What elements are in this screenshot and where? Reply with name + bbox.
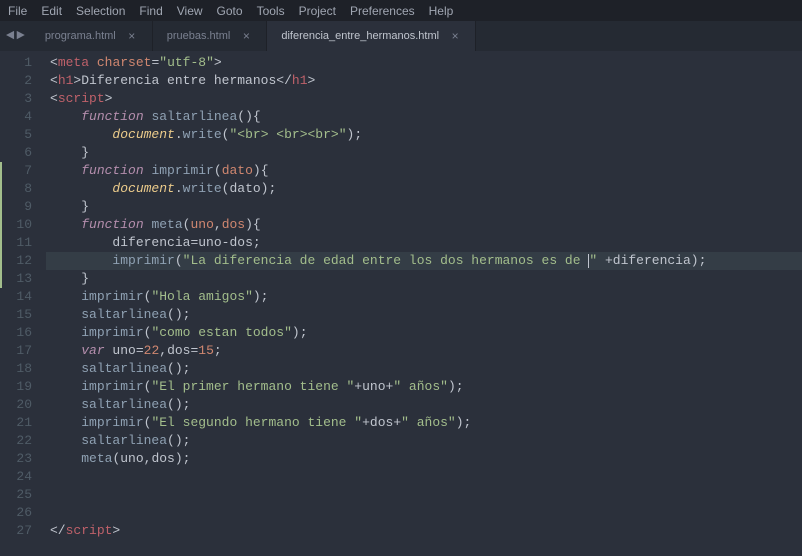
code-line[interactable]: diferencia=uno-dos;	[46, 234, 802, 252]
line-number: 13	[0, 270, 46, 288]
menu-project[interactable]: Project	[299, 4, 336, 18]
line-number: 8	[0, 180, 46, 198]
code-line[interactable]: <h1>Diferencia entre hermanos</h1>	[46, 72, 802, 90]
code-line[interactable]: document.write("<br> <br><br>");	[46, 126, 802, 144]
code-line[interactable]: meta(uno,dos);	[46, 450, 802, 468]
tab-diferencia[interactable]: diferencia_entre_hermanos.html ×	[267, 21, 476, 51]
tab-label: programa.html	[45, 30, 116, 42]
code-line[interactable]: }	[46, 270, 802, 288]
code-line[interactable]: }	[46, 198, 802, 216]
code-line[interactable]: imprimir("Hola amigos");	[46, 288, 802, 306]
line-number: 9	[0, 198, 46, 216]
line-number: 5	[0, 126, 46, 144]
line-number: 19	[0, 378, 46, 396]
code-line[interactable]: <script>	[46, 90, 802, 108]
code-line[interactable]: </script>	[46, 522, 802, 540]
code-line[interactable]: saltarlinea();	[46, 396, 802, 414]
code-line[interactable]	[46, 486, 802, 504]
close-icon[interactable]: ×	[449, 29, 461, 43]
code-line[interactable]: document.write(dato);	[46, 180, 802, 198]
tab-bar: ◄ ► programa.html × pruebas.html × difer…	[0, 21, 802, 51]
code-line[interactable]: saltarlinea();	[46, 306, 802, 324]
line-number: 26	[0, 504, 46, 522]
code-line[interactable]: imprimir("como estan todos");	[46, 324, 802, 342]
line-number: 16	[0, 324, 46, 342]
line-number: 20	[0, 396, 46, 414]
line-number: 25	[0, 486, 46, 504]
tab-label: pruebas.html	[167, 30, 231, 42]
tab-nav-arrows: ◄ ►	[0, 28, 31, 44]
menu-tools[interactable]: Tools	[257, 4, 285, 18]
line-number: 11	[0, 234, 46, 252]
line-number: 27	[0, 522, 46, 540]
line-number: 24	[0, 468, 46, 486]
menu-edit[interactable]: Edit	[41, 4, 62, 18]
code-line[interactable]: function saltarlinea(){	[46, 108, 802, 126]
code-line[interactable]	[46, 504, 802, 522]
menu-bar: File Edit Selection Find View Goto Tools…	[0, 0, 802, 21]
line-number: 23	[0, 450, 46, 468]
code-line[interactable]: imprimir("El primer hermano tiene "+uno+…	[46, 378, 802, 396]
line-number: 12	[0, 252, 46, 270]
menu-find[interactable]: Find	[139, 4, 162, 18]
tab-pruebas[interactable]: pruebas.html ×	[153, 21, 268, 51]
tab-programa[interactable]: programa.html ×	[31, 21, 153, 51]
code-line[interactable]: }	[46, 144, 802, 162]
code-area[interactable]: <meta charset="utf-8"><h1>Diferencia ent…	[46, 51, 802, 556]
code-line[interactable]: <meta charset="utf-8">	[46, 54, 802, 72]
line-number: 4	[0, 108, 46, 126]
code-line[interactable]: saltarlinea();	[46, 432, 802, 450]
menu-help[interactable]: Help	[429, 4, 454, 18]
line-number: 17	[0, 342, 46, 360]
line-number: 6	[0, 144, 46, 162]
code-line[interactable]: function meta(uno,dos){	[46, 216, 802, 234]
code-editor[interactable]: 1234567891011121314151617181920212223242…	[0, 51, 802, 556]
tab-label: diferencia_entre_hermanos.html	[281, 30, 439, 42]
code-line[interactable]: saltarlinea();	[46, 360, 802, 378]
line-number: 1	[0, 54, 46, 72]
line-gutter: 1234567891011121314151617181920212223242…	[0, 51, 46, 556]
menu-view[interactable]: View	[177, 4, 203, 18]
line-number: 21	[0, 414, 46, 432]
code-line[interactable]: imprimir("La diferencia de edad entre lo…	[46, 252, 802, 270]
code-line[interactable]: imprimir("El segundo hermano tiene "+dos…	[46, 414, 802, 432]
code-line[interactable]	[46, 468, 802, 486]
line-number: 18	[0, 360, 46, 378]
tab-nav-left-icon[interactable]: ◄	[6, 28, 14, 44]
line-number: 7	[0, 162, 46, 180]
menu-goto[interactable]: Goto	[217, 4, 243, 18]
close-icon[interactable]: ×	[126, 29, 138, 43]
code-line[interactable]: function imprimir(dato){	[46, 162, 802, 180]
line-number: 15	[0, 306, 46, 324]
menu-file[interactable]: File	[8, 4, 27, 18]
line-number: 22	[0, 432, 46, 450]
code-line[interactable]: var uno=22,dos=15;	[46, 342, 802, 360]
close-icon[interactable]: ×	[240, 29, 252, 43]
menu-selection[interactable]: Selection	[76, 4, 125, 18]
menu-preferences[interactable]: Preferences	[350, 4, 415, 18]
line-number: 14	[0, 288, 46, 306]
line-number: 3	[0, 90, 46, 108]
tab-nav-right-icon[interactable]: ►	[16, 28, 24, 44]
line-number: 2	[0, 72, 46, 90]
line-number: 10	[0, 216, 46, 234]
